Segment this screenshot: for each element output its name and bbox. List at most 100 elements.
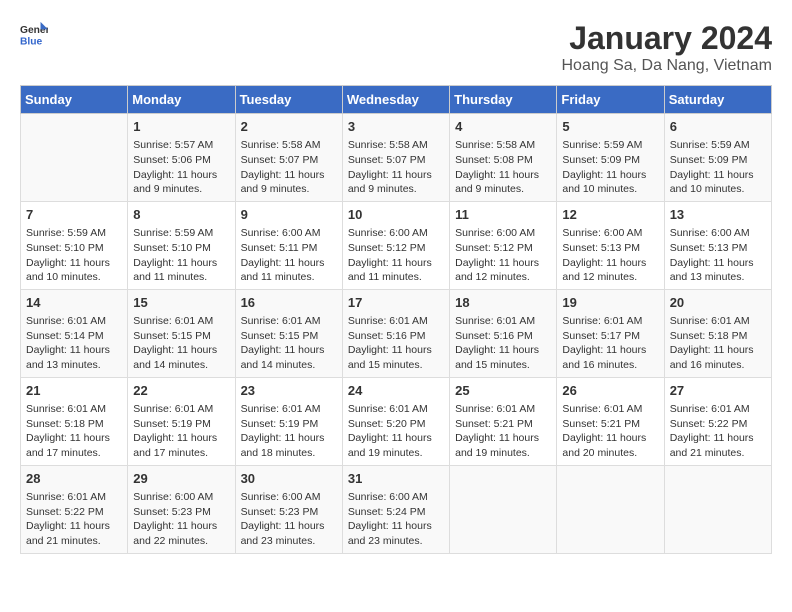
day-number: 9 — [241, 206, 337, 224]
calendar-cell: 25 Sunrise: 6:01 AM Sunset: 5:21 PM Dayli… — [450, 377, 557, 465]
calendar-cell: 26 Sunrise: 6:01 AM Sunset: 5:21 PM Dayli… — [557, 377, 664, 465]
calendar-cell: 9Sunrise: 6:00 AM Sunset: 5:11 PM Daylig… — [235, 201, 342, 289]
weekday-header-wednesday: Wednesday — [342, 86, 449, 114]
calendar-cell: 10 Sunrise: 6:00 AM Sunset: 5:12 PM Dayli… — [342, 201, 449, 289]
day-number: 29 — [133, 470, 229, 488]
day-info: Sunrise: 6:01 AM Sunset: 5:19 PM Dayligh… — [133, 402, 229, 461]
day-info: Sunrise: 6:00 AM Sunset: 5:12 PM Dayligh… — [455, 226, 551, 285]
day-number: 3 — [348, 118, 444, 136]
calendar-cell: 1 Sunrise: 5:57 AM Sunset: 5:06 PM Daylig… — [128, 114, 235, 202]
calendar-cell: 14 Sunrise: 6:01 AM Sunset: 5:14 PM Dayli… — [21, 289, 128, 377]
day-number: 16 — [241, 294, 337, 312]
calendar-cell: 30Sunrise: 6:00 AM Sunset: 5:23 PM Dayli… — [235, 465, 342, 553]
calendar-cell: 2 Sunrise: 5:58 AM Sunset: 5:07 PM Daylig… — [235, 114, 342, 202]
day-info: Sunrise: 6:01 AM Sunset: 5:22 PM Dayligh… — [26, 490, 122, 549]
calendar-cell: 21 Sunrise: 6:01 AM Sunset: 5:18 PM Dayli… — [21, 377, 128, 465]
day-number: 26 — [562, 382, 658, 400]
weekday-header-thursday: Thursday — [450, 86, 557, 114]
day-info: Sunrise: 6:01 AM Sunset: 5:21 PM Dayligh… — [562, 402, 658, 461]
calendar-cell: 6Sunrise: 5:59 AM Sunset: 5:09 PM Daylig… — [664, 114, 771, 202]
day-number: 13 — [670, 206, 766, 224]
calendar-cell: 16 Sunrise: 6:01 AM Sunset: 5:15 PM Dayli… — [235, 289, 342, 377]
weekday-header-sunday: Sunday — [21, 86, 128, 114]
day-number: 5 — [562, 118, 658, 136]
day-number: 2 — [241, 118, 337, 136]
day-number: 20 — [670, 294, 766, 312]
day-number: 22 — [133, 382, 229, 400]
calendar-cell — [21, 114, 128, 202]
day-number: 24 — [348, 382, 444, 400]
day-info: Sunrise: 6:01 AM Sunset: 5:19 PM Dayligh… — [241, 402, 337, 461]
day-info: Sunrise: 6:01 AM Sunset: 5:18 PM Dayligh… — [26, 402, 122, 461]
day-number: 18 — [455, 294, 551, 312]
calendar-cell: 12 Sunrise: 6:00 AM Sunset: 5:13 PM Dayli… — [557, 201, 664, 289]
day-info: Sunrise: 6:00 AM Sunset: 5:23 PM Dayligh… — [133, 490, 229, 549]
calendar-cell: 15Sunrise: 6:01 AM Sunset: 5:15 PM Dayli… — [128, 289, 235, 377]
calendar-cell: 23Sunrise: 6:01 AM Sunset: 5:19 PM Dayli… — [235, 377, 342, 465]
weekday-header-row: SundayMondayTuesdayWednesdayThursdayFrid… — [21, 86, 772, 114]
day-number: 7 — [26, 206, 122, 224]
calendar-week-4: 21 Sunrise: 6:01 AM Sunset: 5:18 PM Dayli… — [21, 377, 772, 465]
calendar-cell: 19Sunrise: 6:01 AM Sunset: 5:17 PM Dayli… — [557, 289, 664, 377]
weekday-header-friday: Friday — [557, 86, 664, 114]
page-header: General Blue January 2024 Hoang Sa, Da N… — [20, 20, 772, 75]
day-number: 14 — [26, 294, 122, 312]
calendar-cell — [557, 465, 664, 553]
calendar-cell: 22 Sunrise: 6:01 AM Sunset: 5:19 PM Dayli… — [128, 377, 235, 465]
calendar-cell: 20Sunrise: 6:01 AM Sunset: 5:18 PM Dayli… — [664, 289, 771, 377]
day-number: 28 — [26, 470, 122, 488]
day-number: 27 — [670, 382, 766, 400]
day-number: 12 — [562, 206, 658, 224]
calendar-week-1: 1 Sunrise: 5:57 AM Sunset: 5:06 PM Daylig… — [21, 114, 772, 202]
day-info: Sunrise: 5:59 AM Sunset: 5:10 PM Dayligh… — [26, 226, 122, 285]
day-info: Sunrise: 6:01 AM Sunset: 5:22 PM Dayligh… — [670, 402, 766, 461]
calendar-cell — [664, 465, 771, 553]
main-title: January 2024 — [562, 20, 773, 57]
day-info: Sunrise: 5:57 AM Sunset: 5:06 PM Dayligh… — [133, 138, 229, 197]
day-info: Sunrise: 5:59 AM Sunset: 5:10 PM Dayligh… — [133, 226, 229, 285]
logo-icon: General Blue — [20, 20, 48, 48]
day-info: Sunrise: 6:01 AM Sunset: 5:15 PM Dayligh… — [133, 314, 229, 373]
weekday-header-saturday: Saturday — [664, 86, 771, 114]
calendar-cell: 8 Sunrise: 5:59 AM Sunset: 5:10 PM Daylig… — [128, 201, 235, 289]
day-number: 17 — [348, 294, 444, 312]
svg-text:Blue: Blue — [20, 36, 43, 47]
day-info: Sunrise: 5:58 AM Sunset: 5:07 PM Dayligh… — [348, 138, 444, 197]
calendar-week-3: 14 Sunrise: 6:01 AM Sunset: 5:14 PM Dayli… — [21, 289, 772, 377]
day-number: 8 — [133, 206, 229, 224]
title-area: January 2024 Hoang Sa, Da Nang, Vietnam — [562, 20, 773, 75]
calendar-cell: 5Sunrise: 5:59 AM Sunset: 5:09 PM Daylig… — [557, 114, 664, 202]
subtitle: Hoang Sa, Da Nang, Vietnam — [562, 57, 773, 75]
calendar-cell: 3 Sunrise: 5:58 AM Sunset: 5:07 PM Daylig… — [342, 114, 449, 202]
calendar-cell: 28 Sunrise: 6:01 AM Sunset: 5:22 PM Dayli… — [21, 465, 128, 553]
day-info: Sunrise: 6:01 AM Sunset: 5:20 PM Dayligh… — [348, 402, 444, 461]
day-info: Sunrise: 6:01 AM Sunset: 5:14 PM Dayligh… — [26, 314, 122, 373]
day-info: Sunrise: 6:00 AM Sunset: 5:24 PM Dayligh… — [348, 490, 444, 549]
day-number: 10 — [348, 206, 444, 224]
day-number: 21 — [26, 382, 122, 400]
day-info: Sunrise: 6:01 AM Sunset: 5:15 PM Dayligh… — [241, 314, 337, 373]
calendar-week-2: 7 Sunrise: 5:59 AM Sunset: 5:10 PM Daylig… — [21, 201, 772, 289]
day-number: 1 — [133, 118, 229, 136]
day-info: Sunrise: 6:00 AM Sunset: 5:12 PM Dayligh… — [348, 226, 444, 285]
weekday-header-monday: Monday — [128, 86, 235, 114]
day-info: Sunrise: 6:01 AM Sunset: 5:21 PM Dayligh… — [455, 402, 551, 461]
day-info: Sunrise: 6:01 AM Sunset: 5:16 PM Dayligh… — [455, 314, 551, 373]
day-info: Sunrise: 5:59 AM Sunset: 5:09 PM Dayligh… — [670, 138, 766, 197]
day-info: Sunrise: 6:00 AM Sunset: 5:13 PM Dayligh… — [562, 226, 658, 285]
calendar-cell: 18 Sunrise: 6:01 AM Sunset: 5:16 PM Dayli… — [450, 289, 557, 377]
day-number: 19 — [562, 294, 658, 312]
day-info: Sunrise: 6:00 AM Sunset: 5:13 PM Dayligh… — [670, 226, 766, 285]
day-info: Sunrise: 6:00 AM Sunset: 5:23 PM Dayligh… — [241, 490, 337, 549]
calendar-cell — [450, 465, 557, 553]
calendar-cell: 13 Sunrise: 6:00 AM Sunset: 5:13 PM Dayli… — [664, 201, 771, 289]
calendar-cell: 24 Sunrise: 6:01 AM Sunset: 5:20 PM Dayli… — [342, 377, 449, 465]
day-number: 4 — [455, 118, 551, 136]
calendar-week-5: 28 Sunrise: 6:01 AM Sunset: 5:22 PM Dayli… — [21, 465, 772, 553]
day-info: Sunrise: 6:01 AM Sunset: 5:16 PM Dayligh… — [348, 314, 444, 373]
day-number: 31 — [348, 470, 444, 488]
calendar-table: SundayMondayTuesdayWednesdayThursdayFrid… — [20, 85, 772, 554]
calendar-cell: 11Sunrise: 6:00 AM Sunset: 5:12 PM Dayli… — [450, 201, 557, 289]
day-number: 25 — [455, 382, 551, 400]
day-info: Sunrise: 5:58 AM Sunset: 5:07 PM Dayligh… — [241, 138, 337, 197]
